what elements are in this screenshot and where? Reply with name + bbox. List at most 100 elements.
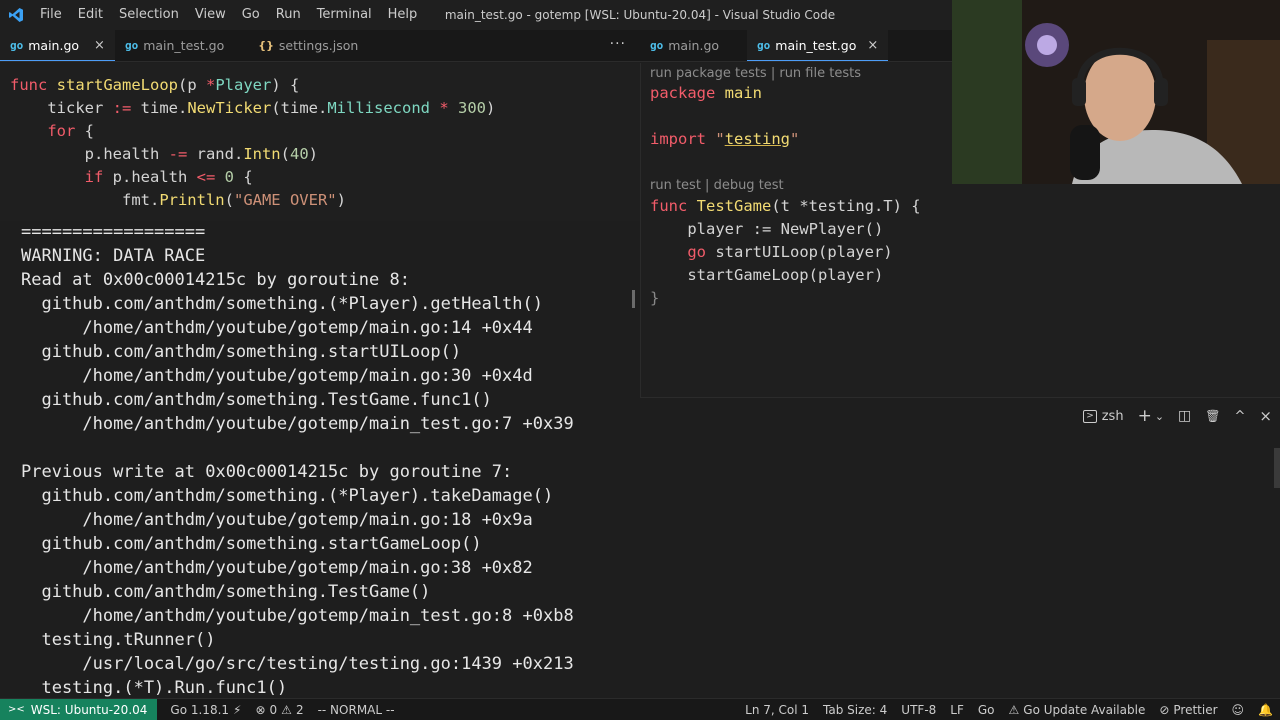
left-tab-bar: go main.go × go main_test.go {} settings… [0,30,640,62]
terminal-line: Previous write at 0x00c00014215c by goro… [21,462,513,482]
terminal-line: /home/anthdm/youtube/gotemp/main_test.go… [21,606,574,626]
tab-label: main_test.go [143,38,225,53]
go-file-icon: go [10,38,24,52]
terminal-line: ================== [21,222,206,242]
json-file-icon: {} [258,39,274,52]
code-line: } [650,289,660,307]
shell-name: zsh [1101,408,1124,424]
function-params: (t *testing.T) { [771,197,921,215]
terminal-line: testing.tRunner() [21,630,216,650]
notifications-bell-icon[interactable]: 🔔 [1251,703,1280,717]
feedback-icon[interactable]: ☺ [1225,703,1252,717]
menu-run[interactable]: Run [268,0,309,30]
code-line: if p.health <= 0 { [84,168,253,186]
menu-selection[interactable]: Selection [111,0,187,30]
go-update[interactable]: ⚠ Go Update Available [1002,703,1153,717]
menu-terminal[interactable]: Terminal [309,0,380,30]
menu-view[interactable]: View [187,0,234,30]
lightning-icon: ⚡ [233,702,242,717]
vscode-logo-icon [0,0,32,30]
encoding[interactable]: UTF-8 [894,703,943,717]
terminal-line: github.com/anthdm/something.startGameLoo… [21,534,482,554]
more-actions-icon[interactable]: ··· [610,36,626,52]
menu-bar: File Edit Selection View Go Run Terminal… [32,0,425,30]
code-line: func startGameLoop(p *Player) { [10,76,300,94]
go-file-icon: go [650,39,664,52]
terminal-line: /home/anthdm/youtube/gotemp/main.go:30 +… [21,366,533,386]
trash-icon[interactable]: 🗑 [1205,409,1220,423]
split-terminal-icon[interactable]: ◫ [1178,408,1191,424]
vim-mode: -- NORMAL -- [317,702,395,717]
menu-file[interactable]: File [32,0,70,30]
warning-icon: ⚠ [281,702,292,717]
tab-main-go[interactable]: go main.go × [0,30,115,61]
webcam-overlay [952,0,1280,184]
terminal-shell-selector[interactable]: > zsh [1083,408,1124,424]
terminal-line: github.com/anthdm/something.startUILoop(… [21,342,462,362]
window-title: main_test.go - gotemp [WSL: Ubuntu-20.04… [444,8,836,22]
terminal-line: testing.(*T).Run.func1() [21,678,288,698]
keyword: go [687,243,706,261]
go-update-label: Go Update Available [1023,703,1146,717]
tab-main-test-go[interactable]: go main_test.go × [747,30,889,61]
cursor-position[interactable]: Ln 7, Col 1 [738,703,816,717]
problems-indicator[interactable]: ⊗ 0 ⚠ 2 [248,703,310,717]
status-bar-right: Ln 7, Col 1 Tab Size: 4 UTF-8 LF Go ⚠ Go… [738,699,1280,720]
right-tab-bar: go main.go go main_test.go × [640,30,952,62]
tab-size[interactable]: Tab Size: 4 [816,703,894,717]
code-line: startGameLoop(player) [650,266,884,284]
double-check-icon: ⊘ [1159,703,1170,717]
terminal-line: Read at 0x00c00014215c by goroutine 8: [21,270,410,290]
import-path[interactable]: testing [725,130,790,148]
code-line: p.health -= rand.Intn(40) [10,145,318,163]
menu-go[interactable]: Go [234,0,268,30]
terminal-line: github.com/anthdm/something.(*Player).ge… [21,294,543,314]
chevron-down-icon[interactable]: ⌄ [1155,410,1164,423]
close-icon[interactable]: × [867,38,878,53]
code-line: go startUILoop(player) [650,243,893,261]
end-of-line[interactable]: LF [943,703,971,717]
prettier-status[interactable]: ⊘ Prettier [1152,703,1224,717]
terminal-line: /home/anthdm/youtube/gotemp/main.go:18 +… [21,510,533,530]
status-bar: >< WSL: Ubuntu-20.04 Go 1.18.1 ⚡ ⊗ 0 ⚠ 2… [0,698,1280,720]
menu-edit[interactable]: Edit [70,0,111,30]
terminal-line: /usr/local/go/src/testing/testing.go:143… [21,654,574,674]
alert-icon: ⚠ [1008,703,1020,717]
codelens-run-test[interactable]: run test | debug test [650,178,784,193]
code-line: package main [650,84,762,102]
terminal-panel[interactable]: > zsh + ⌄ ◫ 🗑 ^ × [640,397,1280,698]
panel-scrollbar[interactable] [1274,448,1280,488]
tab-label: settings.json [278,38,359,53]
tab-label: main.go [28,37,80,53]
tab-main-go[interactable]: go main.go [640,30,747,61]
left-code-editor[interactable]: func startGameLoop(p *Player) { ticker :… [0,63,640,221]
terminal-line: /home/anthdm/youtube/gotemp/main_test.go… [21,414,574,434]
go-version-label: Go 1.18.1 [170,702,230,717]
code-line: fmt.Println("GAME OVER") [10,191,346,209]
go-version[interactable]: Go 1.18.1 ⚡ [163,703,248,717]
language-mode[interactable]: Go [971,703,1002,717]
terminal-line: /home/anthdm/youtube/gotemp/main.go:38 +… [21,558,533,578]
code-text: startUILoop(player) [706,243,893,261]
close-panel-icon[interactable]: × [1259,407,1272,425]
tab-label: main.go [668,38,720,53]
terminal-output[interactable]: ================== WARNING: DATA RACE Read… [0,221,630,698]
package-name: main [724,84,762,102]
code-line: import "testing" [650,130,800,148]
remote-label: WSL: Ubuntu-20.04 [30,702,148,717]
maximize-panel-icon[interactable]: ^ [1235,409,1246,424]
keyword: import [650,130,706,148]
code-line: func TestGame(t *testing.T) { [650,197,921,215]
tab-label: main_test.go [775,37,857,53]
menu-help[interactable]: Help [380,0,426,30]
split-resize-handle[interactable] [632,290,635,308]
add-terminal-icon[interactable]: + [1138,406,1152,426]
codelens-package-tests[interactable]: run package tests | run file tests [650,66,861,81]
tab-main-test-go[interactable]: go main_test.go [115,30,234,61]
terminal-line: WARNING: DATA RACE [21,246,206,266]
remote-indicator[interactable]: >< WSL: Ubuntu-20.04 [0,698,158,720]
close-icon[interactable]: × [94,38,105,53]
function-name: TestGame [696,197,772,215]
tab-settings-json[interactable]: {} settings.json [248,30,368,61]
remote-icon: >< [8,704,25,715]
